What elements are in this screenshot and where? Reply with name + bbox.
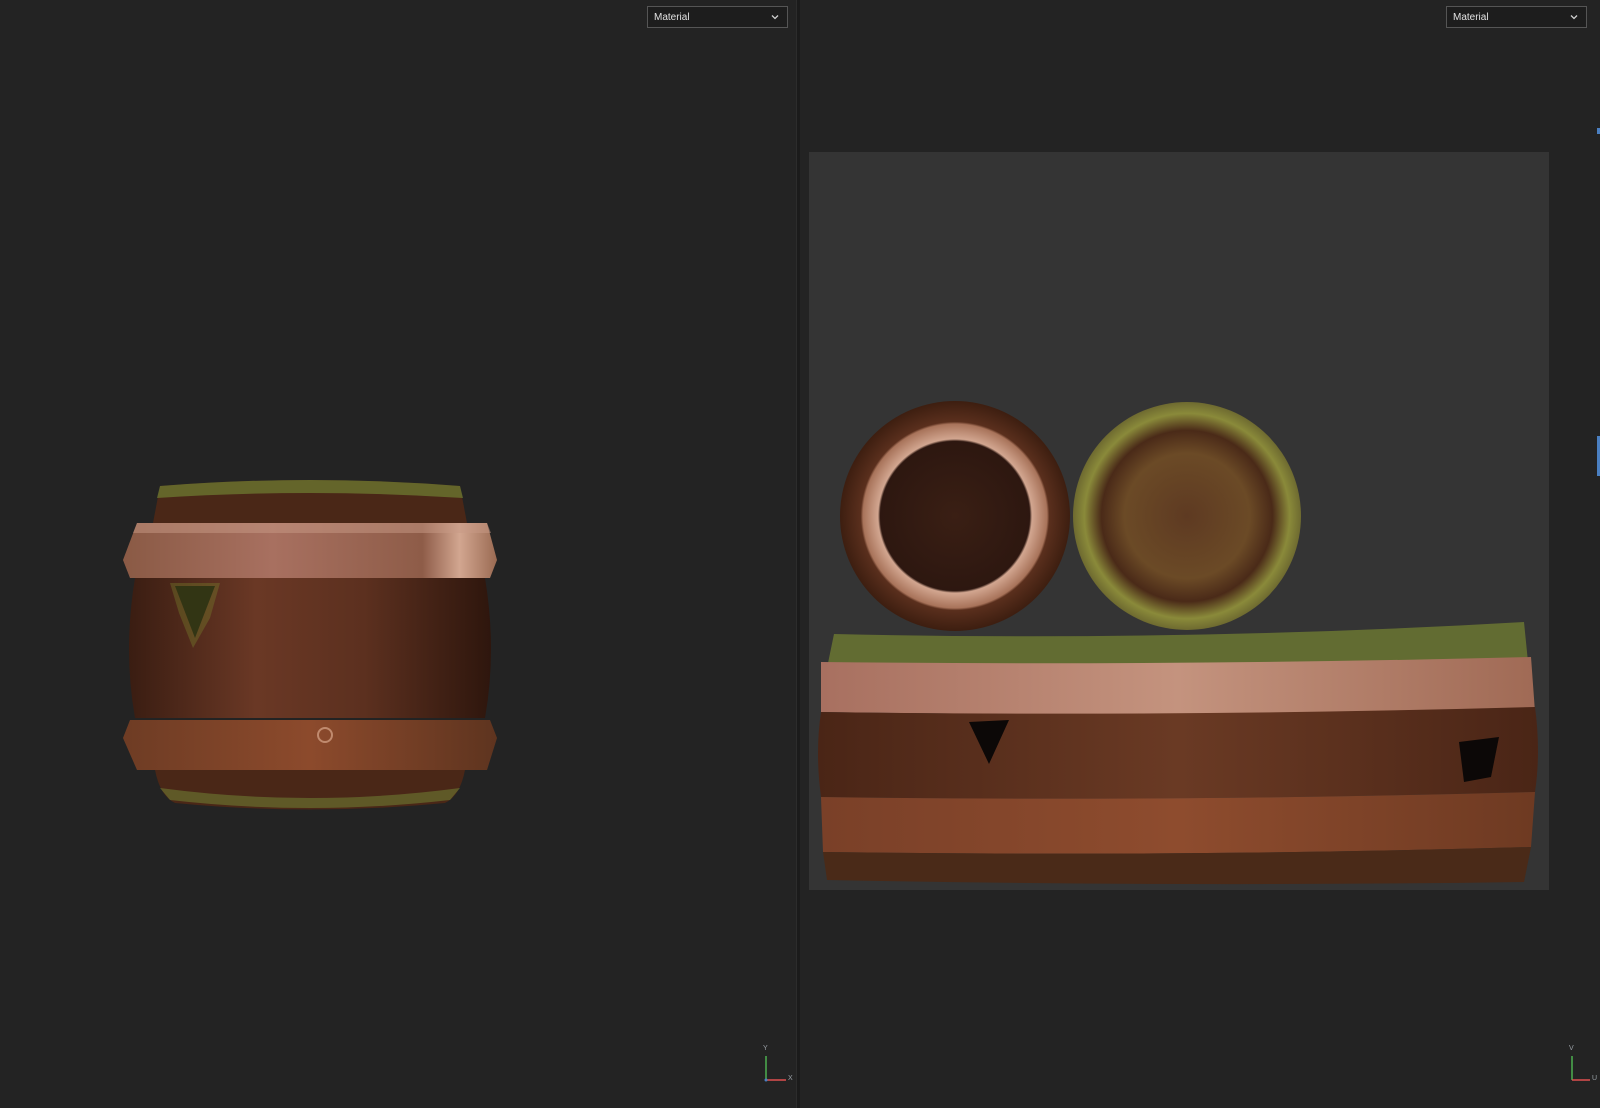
- uv-tile[interactable]: [809, 152, 1549, 890]
- viewport-3d[interactable]: Material Y X: [0, 0, 796, 1108]
- uv-island-lid-outer: [1073, 402, 1301, 630]
- axis-label-u: U: [1592, 1075, 1598, 1082]
- channel-select-value: Material: [1453, 11, 1489, 23]
- uv-island-lid-inner: [840, 401, 1070, 631]
- axis-gizmo-2d: V U: [1562, 1045, 1600, 1086]
- channel-select-3d[interactable]: Material: [647, 6, 788, 28]
- axis-label-x: X: [788, 1075, 793, 1082]
- barrel-model[interactable]: [115, 478, 505, 823]
- axis-gizmo-3d: Y X: [756, 1045, 796, 1086]
- uv-island-staves: [818, 622, 1538, 885]
- chevron-down-icon: [1568, 11, 1580, 23]
- axis-label-y: Y: [763, 1045, 768, 1052]
- axis-label-v: V: [1569, 1045, 1574, 1052]
- viewport-2d[interactable]: Material V U: [800, 0, 1600, 1108]
- chevron-down-icon: [769, 11, 781, 23]
- channel-select-2d[interactable]: Material: [1446, 6, 1587, 28]
- channel-select-value: Material: [654, 11, 690, 23]
